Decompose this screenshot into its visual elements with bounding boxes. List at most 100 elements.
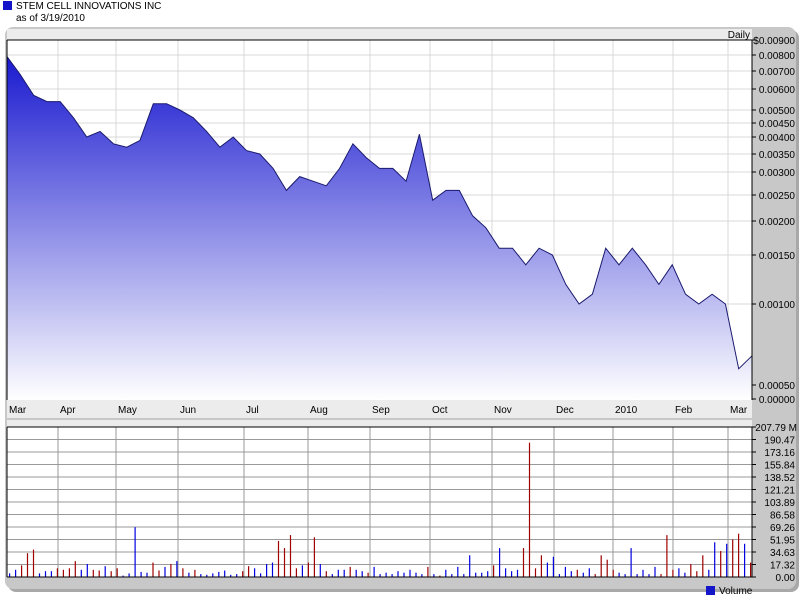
y-tick-label: 0.00300 (759, 168, 796, 179)
x-tick-label: May (118, 405, 137, 416)
volume-bar (86, 564, 88, 577)
volume-bar (68, 568, 70, 577)
volume-bar (702, 555, 704, 577)
volume-bar (481, 572, 483, 577)
volume-bar (98, 570, 100, 577)
volume-bar (546, 562, 548, 577)
y-tick-label: 0.00050 (759, 381, 796, 392)
volume-bar (540, 555, 542, 577)
volume-bar (738, 533, 740, 577)
volume-bar (170, 564, 172, 577)
volume-bar (696, 571, 698, 577)
volume-bar (534, 568, 537, 577)
volume-bar (600, 555, 602, 577)
x-tick-label: 2010 (615, 405, 638, 416)
volume-bar (654, 566, 656, 577)
x-tick-label: Aug (310, 405, 328, 416)
volume-bar (642, 569, 644, 577)
volume-bar (678, 568, 680, 577)
volume-y-tick-label: 69.26 (770, 523, 795, 534)
volume-y-tick-label: 17.32 (770, 561, 795, 572)
x-tick-label: Nov (494, 405, 512, 416)
volume-bar (218, 571, 220, 577)
x-tick-label: Feb (675, 405, 693, 416)
volume-bar (552, 556, 554, 577)
y-tick-label: 0.00800 (759, 51, 796, 62)
volume-bar (104, 566, 106, 577)
y-tick-label: 0.00250 (759, 191, 796, 202)
volume-bar (146, 572, 148, 577)
x-tick-label: Mar (730, 405, 748, 416)
volume-swatch-icon (706, 586, 715, 595)
volume-bar (726, 543, 728, 577)
volume-y-tick-label: 121.21 (764, 486, 795, 497)
volume-bar (44, 571, 47, 577)
volume-bar (319, 564, 321, 577)
volume-bar (427, 566, 429, 577)
y-tick-label: 0.00150 (759, 251, 796, 262)
volume-bar (307, 562, 309, 577)
volume-bar (254, 568, 256, 577)
volume-bar (140, 571, 142, 577)
volume-bar (361, 571, 363, 577)
volume-bar (26, 553, 29, 577)
volume-bar (301, 565, 303, 577)
y-tick-label: 0.00200 (759, 217, 796, 228)
x-tick-label: Mar (9, 405, 27, 416)
volume-bar (134, 527, 136, 577)
volume-bar (475, 572, 477, 577)
volume-bar (684, 572, 686, 577)
volume-bar (666, 535, 668, 577)
volume-bar (528, 442, 531, 577)
volume-header-band (7, 420, 752, 427)
volume-bar (618, 572, 620, 577)
volume-bar (457, 566, 459, 577)
x-tick-label: Dec (556, 405, 574, 416)
volume-bar (750, 562, 752, 577)
volume-bar (266, 564, 268, 577)
y-tick-label: 0.00450 (759, 119, 796, 130)
volume-y-tick-label: 103.89 (764, 498, 795, 509)
volume-bar (50, 571, 52, 577)
y-tick-label: 0.00700 (759, 67, 796, 78)
volume-y-tick-label: 34.63 (770, 548, 795, 559)
volume-bar (516, 569, 519, 577)
volume-bar (511, 571, 513, 577)
volume-bar (158, 570, 160, 577)
volume-bar (248, 566, 250, 577)
volume-bar (505, 568, 507, 577)
volume-bar (38, 573, 41, 577)
y-tick-label: $0.00900 (753, 36, 795, 47)
volume-bar (445, 569, 447, 577)
volume-bar (182, 568, 184, 577)
x-tick-label: Oct (432, 405, 448, 416)
volume-bar (152, 562, 154, 577)
volume-bar (116, 568, 118, 577)
volume-bar (672, 569, 674, 577)
volume-bar (164, 566, 166, 577)
volume-y-tick-label: 51.95 (770, 536, 795, 547)
volume-bar (576, 569, 578, 577)
period-label: Daily (728, 30, 750, 41)
volume-bar (188, 572, 190, 577)
y-tick-label: 0.00500 (759, 106, 796, 117)
volume-bar (212, 573, 214, 577)
volume-y-tick-label: 138.52 (764, 473, 795, 484)
volume-y-tick-label: 0.00 (776, 573, 796, 584)
volume-bar (110, 571, 112, 577)
volume-bar (176, 561, 178, 577)
volume-bar (343, 569, 345, 577)
volume-bar (337, 569, 339, 577)
volume-bar (289, 535, 292, 577)
x-tick-label: Sep (372, 405, 390, 416)
volume-bar (74, 561, 76, 577)
volume-bar (612, 569, 614, 577)
volume-bar (469, 555, 471, 577)
volume-bar (194, 569, 196, 577)
volume-bar (224, 570, 226, 577)
volume-bar (397, 571, 399, 577)
volume-bar (62, 569, 64, 577)
volume-bar (355, 569, 357, 577)
volume-bar (606, 559, 608, 577)
volume-legend: Volume (706, 586, 752, 597)
